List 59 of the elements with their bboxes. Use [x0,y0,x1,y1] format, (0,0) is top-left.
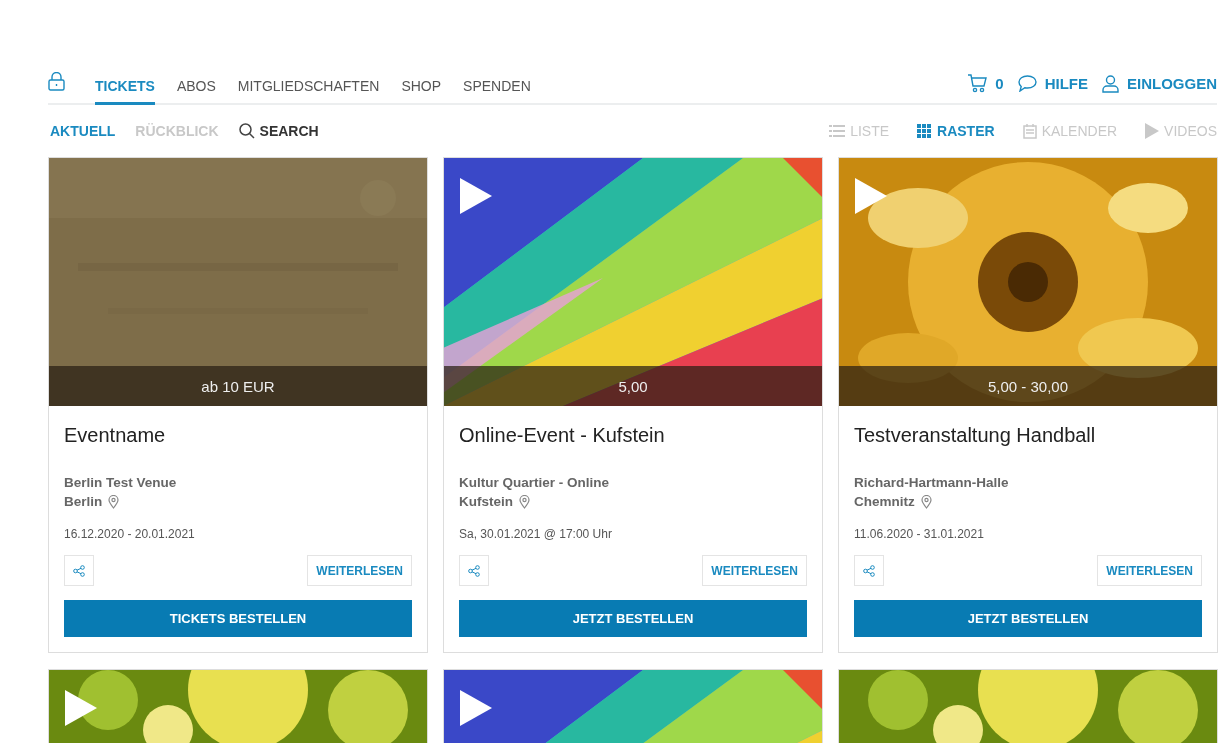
event-title: Online-Event - Kufstein [459,424,666,448]
share-icon [73,564,85,577]
list-icon [829,124,846,138]
filter-tab[interactable]: AKTUELL [50,123,116,139]
read-more-button[interactable]: WEITERLESEN [1097,555,1202,586]
search-icon [238,123,255,139]
help-label: HILFE [1044,75,1088,92]
calendar-icon [1022,123,1037,139]
share-button[interactable] [64,555,94,586]
cart-count: 0 [995,75,1004,92]
venue-name: Richard-Hartmann-Halle [854,474,1010,492]
order-button[interactable]: JETZT BESTELLEN [459,600,807,637]
search-label: SEARCH [259,123,319,139]
share-icon [863,564,875,577]
speech-bubble-icon [1017,75,1037,92]
city-name: Berlin [64,493,103,511]
view-tab[interactable]: RASTER [917,123,995,139]
read-more-button[interactable]: WEITERLESEN [307,555,412,586]
cart-link[interactable]: 0 [967,74,1004,93]
event-date: 11.06.2020 - 31.01.2021 [854,527,985,541]
price: ab 10 EUR [201,377,275,395]
search-link[interactable]: SEARCH [238,123,319,139]
nav-tab[interactable]: MITGLIEDSCHAFTEN [237,78,380,105]
help-link[interactable]: HILFE [1017,75,1088,92]
city-name: Kufstein [459,493,513,511]
login-label: EINLOGGEN [1127,75,1217,92]
location-pin-icon [920,494,932,509]
nav-tab[interactable]: SHOP [401,78,442,105]
cart-icon [967,74,988,93]
lock-icon[interactable] [48,72,65,91]
share-icon [468,564,480,577]
play-icon [1145,123,1160,139]
price: 5,00 - 30,00 [987,377,1069,395]
share-button[interactable] [459,555,489,586]
venue-name: Kultur Quartier - Online [459,474,610,492]
nav-tab[interactable]: ABOS [176,78,216,105]
nav-tab[interactable]: SPENDEN [463,78,531,105]
event-title: Testveranstaltung Handball [854,424,1097,448]
event-title: Eventname [64,424,167,448]
login-link[interactable]: EINLOGGEN [1102,74,1217,93]
location-pin-icon [108,494,120,509]
order-button[interactable]: TICKETS BESTELLEN [64,600,412,637]
city-name: Chemnitz [854,493,915,511]
read-more-button[interactable]: WEITERLESEN [702,555,807,586]
price: 5,00 [618,377,648,395]
share-button[interactable] [854,555,884,586]
location-pin-icon [519,494,530,509]
venue-name: Berlin Test Venue [64,474,178,492]
play-icon[interactable] [853,176,889,216]
play-icon[interactable] [458,176,494,216]
nav-tab[interactable]: TICKETS [95,78,155,105]
event-date: Sa, 30.01.2021 @ 17:00 Uhr [459,527,613,541]
event-date: 16.12.2020 - 20.01.2021 [64,527,196,541]
order-button[interactable]: JETZT BESTELLEN [854,600,1202,637]
view-label: RASTER [937,123,995,139]
user-icon [1102,74,1119,93]
grid-icon [917,124,933,138]
play-icon[interactable] [458,688,494,728]
play-icon[interactable] [63,688,99,728]
